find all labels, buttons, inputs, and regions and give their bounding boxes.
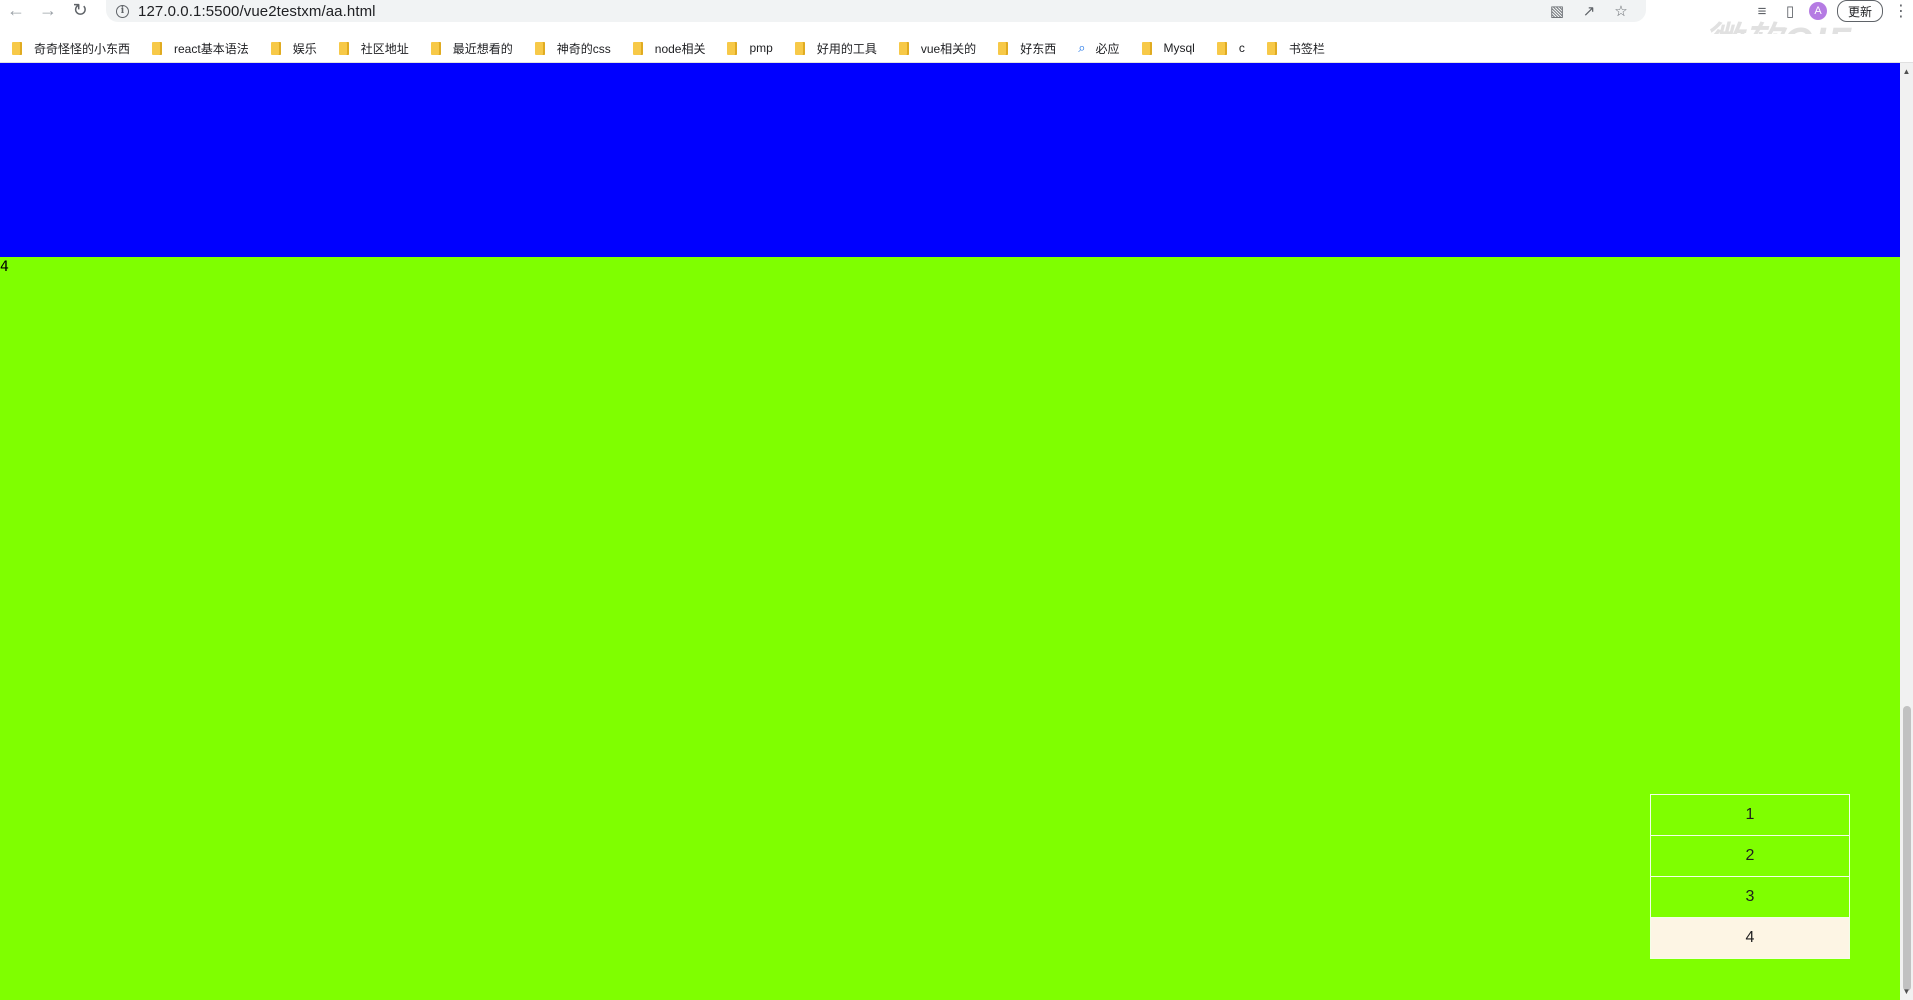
url-text[interactable]: 127.0.0.1:5500/vue2testxm/aa.html [138, 3, 376, 20]
floating-section-nav: 1234 [1650, 794, 1850, 959]
bookmark-label: 必应 [1095, 41, 1120, 56]
bookmark-label: pmp [749, 41, 773, 55]
address-bar[interactable]: i 127.0.0.1:5500/vue2testxm/aa.html ▧ ↗ … [106, 0, 1646, 22]
bookmark-label: Mysql [1163, 41, 1195, 55]
nav-item-3[interactable]: 3 [1651, 877, 1849, 918]
forward-arrow-icon[interactable]: → [32, 0, 64, 20]
nav-item-4[interactable]: 4 [1651, 918, 1849, 958]
folder-icon [338, 41, 349, 55]
share-icon[interactable]: ↗ [1580, 2, 1598, 20]
bookmark-label: 书签栏 [1288, 41, 1325, 56]
bookmark-label: 最近想看的 [452, 41, 513, 56]
bookmark-label: c [1238, 41, 1245, 55]
bookmark-label: 社区地址 [360, 41, 409, 56]
bookmark-item[interactable]: 好用的工具 [783, 36, 887, 60]
search-icon: ⌕ [1078, 40, 1086, 55]
bookmark-item[interactable]: 最近想看的 [419, 36, 523, 60]
side-panel-icon[interactable]: ▯ [1781, 2, 1799, 20]
section-4-green: 4 [0, 257, 1900, 1000]
profile-avatar[interactable]: A [1808, 2, 1827, 20]
bookmark-item[interactable]: pmp [715, 36, 782, 60]
folder-icon [152, 41, 163, 55]
scroll-down-arrow-icon[interactable]: ▼ [1900, 985, 1913, 998]
bookmark-item[interactable]: 神奇的css [523, 36, 621, 60]
folder-icon [270, 41, 281, 55]
back-arrow-icon[interactable]: ← [0, 0, 32, 20]
bookmark-label: vue相关的 [920, 41, 977, 56]
bookmark-label: 好用的工具 [816, 41, 877, 56]
bookmark-item[interactable]: node相关 [621, 36, 716, 60]
bookmark-item[interactable]: ⌕ 必应 [1066, 36, 1129, 60]
bookmark-item[interactable]: 好东西 [986, 36, 1066, 60]
folder-icon [430, 41, 441, 55]
bookmark-item[interactable]: vue相关的 [887, 36, 986, 60]
bookmark-star-icon[interactable]: ☆ [1612, 2, 1630, 20]
folder-icon [898, 41, 909, 55]
scroll-up-arrow-icon[interactable]: ▲ [1900, 65, 1913, 78]
bookmark-label: react基本语法 [174, 41, 249, 56]
bookmark-label: node相关 [654, 41, 706, 56]
bookmark-label: 奇奇怪怪的小东西 [34, 41, 131, 56]
bookmark-item[interactable]: Mysql [1130, 36, 1205, 60]
bookmarks-bar: 奇奇怪怪的小东西 react基本语法 娱乐 社区地址 最近想看的 神奇的css node相关… [0, 34, 1913, 63]
update-button[interactable]: 更新 [1836, 0, 1883, 22]
reload-icon[interactable]: ↻ [64, 0, 96, 20]
bookmark-item[interactable]: react基本语法 [140, 36, 259, 60]
nav-item-2[interactable]: 2 [1651, 836, 1849, 877]
reading-list-icon[interactable]: ≡ [1753, 2, 1771, 20]
folder-icon [1266, 41, 1277, 55]
bookmark-item[interactable]: 社区地址 [327, 36, 419, 60]
folder-icon [1141, 41, 1152, 55]
folder-icon [1216, 41, 1227, 55]
section-3-blue [0, 63, 1900, 257]
folder-icon [794, 41, 805, 55]
page-viewport: 4 1234 [0, 63, 1900, 1000]
folder-icon [998, 41, 1009, 55]
folder-icon [12, 41, 22, 55]
vertical-scrollbar[interactable]: ▲ ▼ [1900, 63, 1913, 1000]
nav-item-1[interactable]: 1 [1651, 795, 1849, 836]
bookmark-item[interactable]: 奇奇怪怪的小东西 [0, 36, 140, 60]
bookmark-item[interactable]: 娱乐 [259, 36, 327, 60]
scroll-thumb[interactable] [1903, 706, 1911, 991]
site-info-icon[interactable]: i [116, 4, 129, 18]
bookmark-label: 娱乐 [292, 41, 317, 56]
browser-menu-icon[interactable]: ⋮ [1893, 1, 1909, 21]
bookmark-item[interactable]: c [1205, 36, 1255, 60]
folder-icon [534, 41, 545, 55]
folder-icon [727, 41, 738, 55]
bookmark-label: 好东西 [1020, 41, 1057, 56]
translate-icon[interactable]: ▧ [1548, 2, 1566, 20]
bookmark-label: 神奇的css [556, 41, 611, 56]
section-label: 4 [0, 259, 9, 275]
folder-icon [632, 41, 643, 55]
bookmark-item[interactable]: 书签栏 [1255, 36, 1335, 60]
